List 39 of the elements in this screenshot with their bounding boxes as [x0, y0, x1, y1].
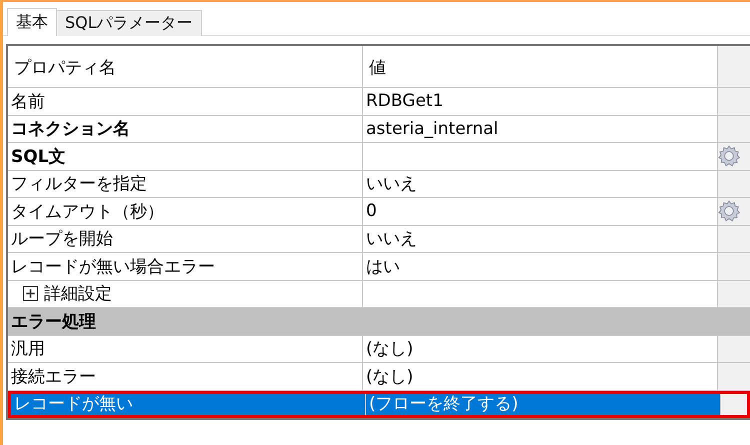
property-name: レコードが無い場合エラー [11, 256, 215, 278]
property-name: SQL文 [11, 146, 66, 168]
property-value: RDBGet1 [366, 91, 444, 112]
property-row[interactable]: フィルターを指定 いいえ [8, 170, 750, 198]
property-row[interactable]: 名前 RDBGet1 [8, 88, 750, 116]
property-name: フィルターを指定 [11, 173, 147, 196]
property-value: asteria_internal [366, 118, 498, 139]
column-header: 値 [363, 46, 718, 87]
property-row[interactable]: 接続エラー (なし) [8, 363, 750, 390]
property-value: はい [366, 256, 400, 278]
tab[interactable]: SQLパラメーター [56, 10, 202, 36]
property-value: (フローを終了する) [369, 393, 518, 416]
property-name: 接続エラー [11, 366, 96, 388]
property-name: 汎用 [11, 338, 45, 360]
property-row[interactable]: タイムアウト（秒） 0 [8, 198, 750, 226]
gear-icon[interactable] [718, 200, 740, 222]
property-value: (なし) [366, 338, 414, 360]
property-value: (なし) [366, 366, 414, 388]
property-name: レコードが無い [14, 393, 133, 416]
property-value: いいえ [366, 228, 417, 250]
property-row[interactable]: コネクション名 asteria_internal [8, 116, 750, 143]
property-value: 0 [366, 201, 377, 222]
group-label: 詳細設定 [44, 283, 112, 306]
column-header: プロパティ名 [8, 46, 363, 87]
property-name: 名前 [11, 90, 45, 113]
property-name: ループを開始 [11, 228, 113, 250]
property-row[interactable]: 汎用 (なし) [8, 336, 750, 363]
property-row[interactable]: 詳細設定 [8, 280, 750, 308]
expand-icon[interactable] [23, 286, 38, 302]
property-name: タイムアウト（秒） [11, 200, 164, 223]
section-label: エラー処理 [11, 310, 96, 333]
property-row[interactable]: レコードが無い場合エラー はい [8, 253, 750, 280]
gear-icon[interactable] [718, 145, 740, 168]
property-name: コネクション名 [11, 118, 130, 140]
property-row[interactable]: ループを開始 いいえ [8, 226, 750, 253]
property-row[interactable]: SQL文 [8, 143, 750, 170]
property-row[interactable]: レコードが無い (フローを終了する) [8, 390, 750, 418]
property-value: いいえ [366, 173, 417, 196]
tab[interactable]: 基本 [7, 8, 57, 36]
